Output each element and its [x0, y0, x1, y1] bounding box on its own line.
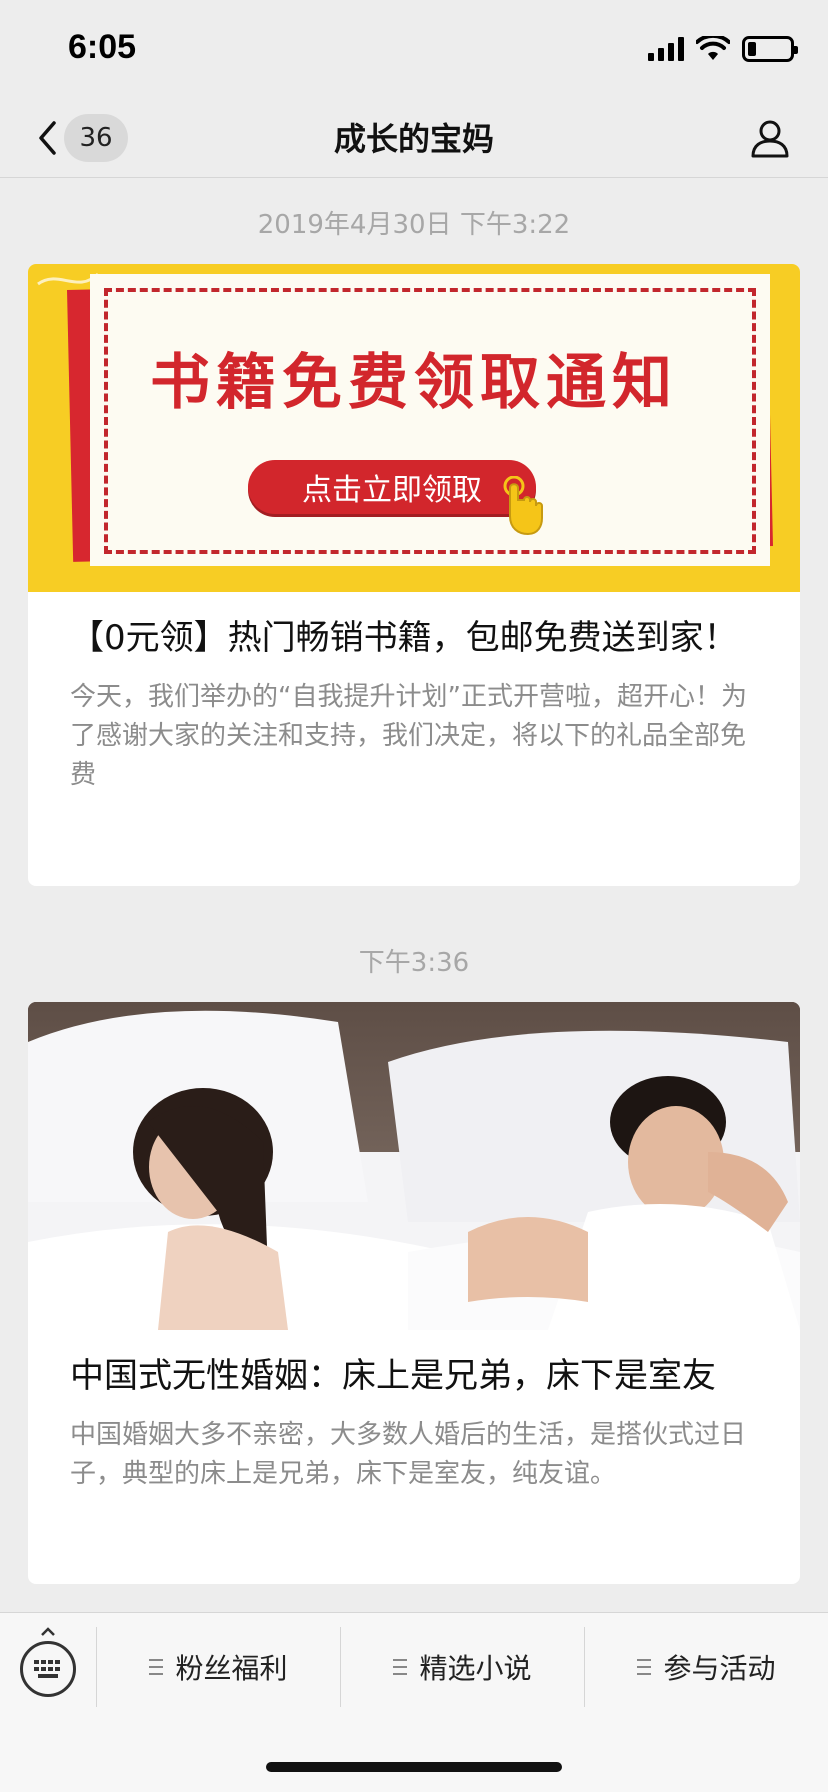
wifi-icon	[696, 36, 730, 60]
keyboard-icon[interactable]	[32, 1658, 64, 1680]
status-icons	[648, 34, 798, 64]
profile-button[interactable]	[742, 110, 798, 166]
battery-icon	[742, 36, 798, 62]
menu-item-selected-novels[interactable]: 精选小说	[341, 1627, 584, 1707]
pointing-hand-icon	[503, 476, 543, 536]
article-body[interactable]: 【0元领】热门畅销书籍，包邮免费送到家！ 今天，我们举办的“自我提升计划”正式开…	[28, 592, 800, 825]
banner-headline: 书籍免费领取通知	[150, 348, 678, 418]
banner-dashed-border	[104, 288, 756, 554]
message-timestamp: 下午3:36	[358, 948, 470, 978]
article-description: 今天，我们举办的“自我提升计划”正式开营啦，超开心！为了感谢大家的关注和支持，我…	[70, 682, 747, 790]
person-icon[interactable]	[749, 117, 791, 159]
status-bar: 6:05	[0, 0, 828, 100]
article-body[interactable]: 中国式无性婚姻：床上是兄弟，床下是室友 中国婚姻大多不亲密，大多数人婚后的生活，…	[28, 1330, 800, 1524]
menu-icon	[149, 1659, 164, 1675]
menu-item-label[interactable]: 精选小说	[419, 1647, 531, 1687]
nav-bar: 36 成长的宝妈	[0, 100, 828, 178]
menu-item-fan-benefits[interactable]: 粉丝福利	[97, 1627, 340, 1707]
battery-level	[748, 42, 756, 56]
article-card[interactable]: 书籍免费领取通知 点击立即领取 【0元领】热门畅销书籍，包邮免费送到家！ 今天，…	[28, 264, 800, 886]
menu-item-label[interactable]: 参与活动	[663, 1647, 775, 1687]
menu-icon	[393, 1659, 408, 1675]
keyboard-toggle-button[interactable]	[20, 1641, 76, 1697]
menu-item-label[interactable]: 粉丝福利	[175, 1647, 287, 1687]
message-timestamp: 2019年4月30日 下午3:22	[257, 210, 571, 240]
article-description: 中国婚姻大多不亲密，大多数人婚后的生活，是搭伙式过日子，典型的床上是兄弟，床下是…	[70, 1420, 747, 1489]
banner-cta-button: 点击立即领取	[248, 460, 536, 514]
article-cover-image[interactable]	[28, 1002, 800, 1330]
article-title[interactable]: 【0元领】热门畅销书籍，包邮免费送到家！	[70, 616, 758, 660]
status-time: 6:05	[68, 28, 137, 66]
article-cover-image[interactable]: 书籍免费领取通知 点击立即领取	[28, 264, 800, 592]
signal-icon	[648, 37, 684, 61]
menu-item-join-activities[interactable]: 参与活动	[585, 1627, 828, 1707]
chevron-up-icon[interactable]	[40, 1627, 56, 1637]
article-title[interactable]: 中国式无性婚姻：床上是兄弟，床下是室友	[70, 1354, 758, 1398]
couple-in-bed-photo	[28, 1002, 800, 1330]
menu-icon	[637, 1659, 652, 1675]
article-card[interactable]: 中国式无性婚姻：床上是兄弟，床下是室友 中国婚姻大多不亲密，大多数人婚后的生活，…	[28, 1002, 800, 1584]
page-title: 成长的宝妈	[333, 120, 494, 158]
home-indicator[interactable]	[266, 1762, 562, 1772]
